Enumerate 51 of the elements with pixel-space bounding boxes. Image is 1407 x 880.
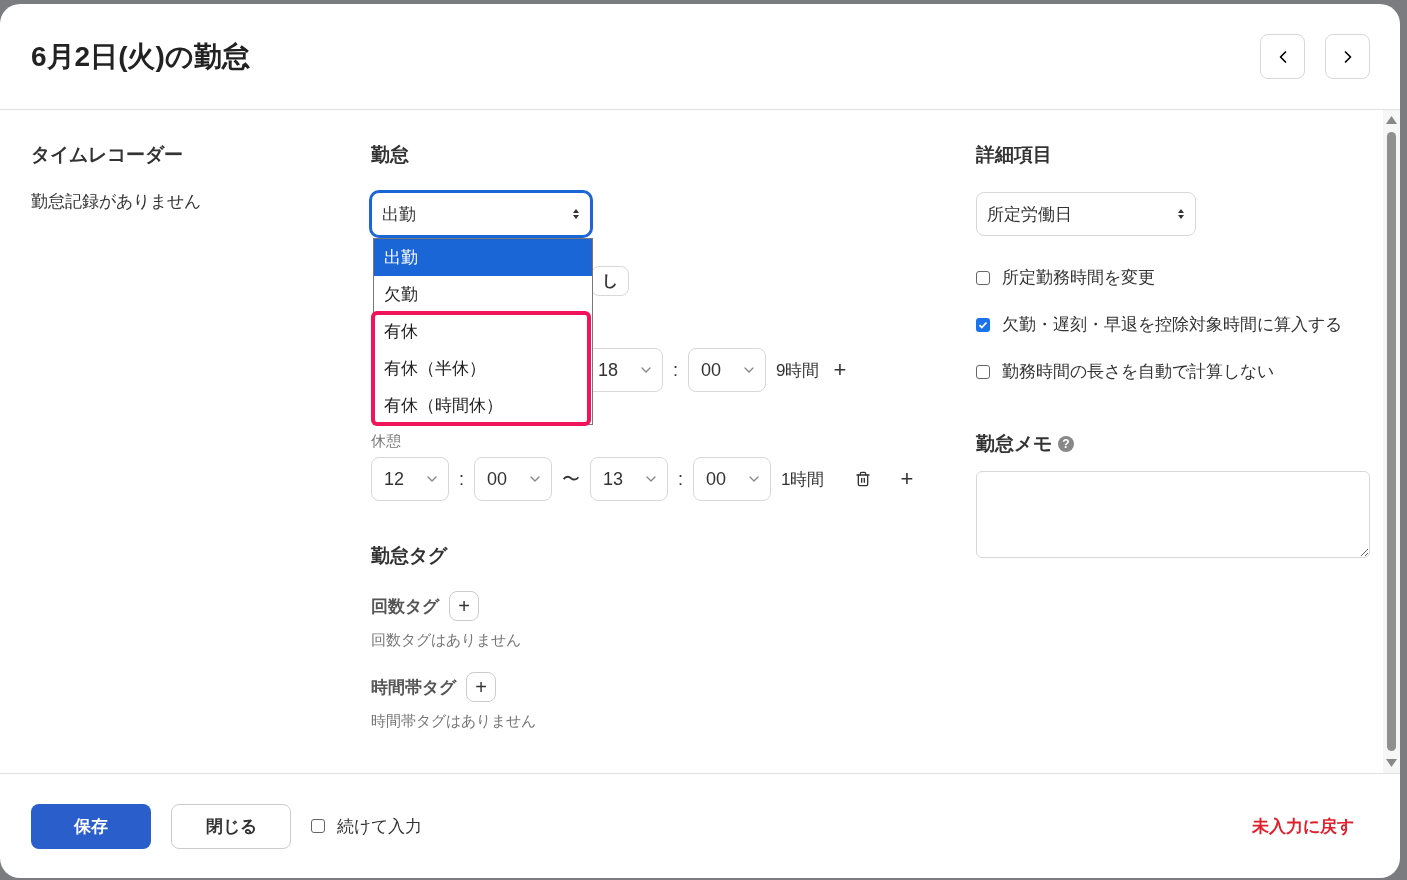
- updown-arrows-icon: [572, 208, 580, 220]
- checkbox[interactable]: [976, 364, 990, 379]
- colon: :: [673, 359, 678, 381]
- tag-label: 回数タグ: [371, 595, 439, 618]
- section-heading: 勤怠メモ ?: [976, 431, 1074, 457]
- scroll-down-icon[interactable]: [1386, 759, 1397, 767]
- section-heading: タイムレコーダー: [31, 143, 183, 167]
- section-heading: 勤怠タグ: [371, 544, 447, 568]
- colon: :: [459, 468, 464, 490]
- attendance-select[interactable]: 出勤: [371, 192, 591, 236]
- empty-message: 時間帯タグはありません: [371, 712, 536, 731]
- add-tag-button[interactable]: +: [466, 672, 496, 702]
- memo-field[interactable]: [976, 471, 1370, 558]
- checkbox[interactable]: [976, 317, 990, 332]
- duration-text: 1時間: [781, 468, 825, 491]
- empty-message: 回数タグはありません: [371, 631, 521, 650]
- save-button[interactable]: 保存: [31, 803, 151, 849]
- time-select[interactable]: 00: [688, 348, 766, 392]
- checkbox[interactable]: [311, 819, 325, 833]
- dialog-title: 6月2日(火)の勤怠: [31, 39, 250, 74]
- scroll-up-icon[interactable]: [1386, 116, 1397, 124]
- time-select[interactable]: 00: [474, 457, 552, 501]
- updown-arrows-icon: [1177, 208, 1185, 220]
- add-tag-button[interactable]: +: [449, 591, 479, 621]
- option-button[interactable]: し: [591, 266, 629, 296]
- duration-text: 9時間: [776, 359, 820, 382]
- dropdown-option[interactable]: 出勤: [374, 239, 592, 276]
- day-type-select[interactable]: 所定労働日: [976, 192, 1196, 236]
- checkbox-option[interactable]: 欠勤・遅刻・早退を控除対象時間に算入する: [976, 313, 1342, 336]
- scroll-thumb[interactable]: [1387, 132, 1396, 751]
- break-label: 休憩: [371, 432, 401, 451]
- tag-label: 時間帯タグ: [371, 676, 456, 699]
- checkmark-icon: [978, 319, 988, 330]
- time-select[interactable]: 12: [371, 457, 449, 501]
- checkbox[interactable]: [976, 270, 990, 285]
- time-select[interactable]: 13: [590, 457, 668, 501]
- tilde: 〜: [562, 468, 580, 491]
- colon: :: [678, 468, 684, 490]
- continue-checkbox[interactable]: 続けて入力: [311, 814, 422, 838]
- empty-message: 勤怠記録がありません: [31, 191, 201, 213]
- checkbox-option[interactable]: 勤務時間の長さを自動で計算しない: [976, 360, 1274, 383]
- scrollbar[interactable]: [1383, 110, 1400, 773]
- checkbox-option[interactable]: 所定勤務時間を変更: [976, 266, 1155, 289]
- time-select[interactable]: 00: [693, 457, 772, 501]
- section-heading: 詳細項目: [976, 143, 1052, 167]
- help-icon[interactable]: ?: [1058, 436, 1074, 452]
- add-button[interactable]: +: [896, 464, 918, 494]
- reset-link[interactable]: 未入力に戻す: [1246, 813, 1360, 839]
- close-button[interactable]: 閉じる: [171, 803, 291, 849]
- section-heading: 勤怠: [371, 143, 409, 167]
- add-button[interactable]: +: [829, 355, 851, 385]
